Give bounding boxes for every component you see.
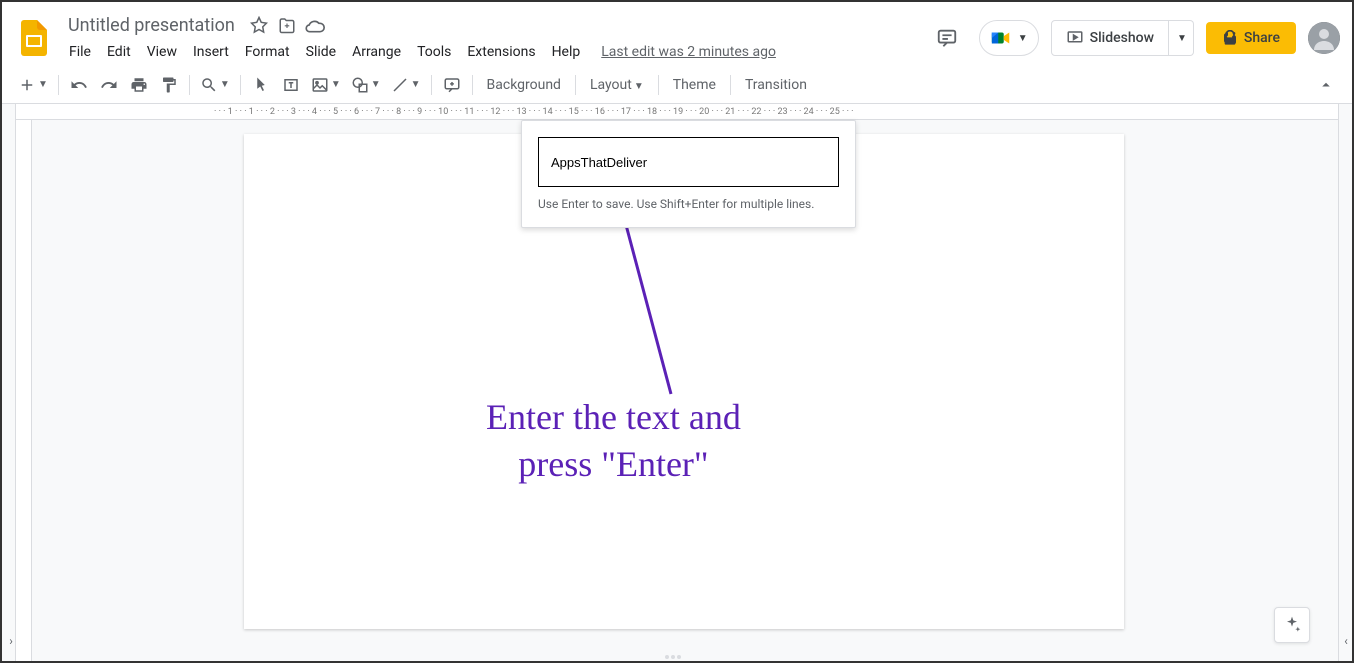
slideshow-button[interactable]: Slideshow: [1051, 20, 1169, 56]
header-bar: Untitled presentation File Edit View Ins…: [2, 2, 1352, 66]
theme-button[interactable]: Theme: [665, 73, 724, 97]
shape-tool[interactable]: ▼: [347, 71, 385, 99]
select-tool[interactable]: [247, 71, 275, 99]
comments-history-icon[interactable]: [927, 18, 967, 58]
workspace: › · · · 1 · · · 1 · · · 2 · · · 3 · · · …: [2, 104, 1352, 661]
menu-edit[interactable]: Edit: [100, 40, 138, 64]
speaker-notes-handle[interactable]: [665, 655, 689, 659]
slideshow-label: Slideshow: [1090, 30, 1154, 46]
vertical-ruler[interactable]: [16, 120, 32, 661]
move-icon[interactable]: [277, 15, 297, 35]
comment-popup: Use Enter to save. Use Shift+Enter for m…: [521, 120, 856, 228]
right-panel-expand-button[interactable]: ‹: [1339, 631, 1353, 651]
canvas-area[interactable]: · · · 1 · · · 1 · · · 2 · · · 3 · · · 4 …: [16, 104, 1338, 661]
cloud-status-icon[interactable]: [305, 15, 325, 35]
transition-button[interactable]: Transition: [737, 73, 815, 97]
menu-arrange[interactable]: Arrange: [345, 40, 408, 64]
line-tool[interactable]: ▼: [387, 71, 425, 99]
filmstrip-panel: ›: [2, 104, 16, 661]
layout-button[interactable]: Layout▼: [582, 73, 652, 97]
slides-logo[interactable]: [14, 18, 54, 58]
header-actions: ▼ Slideshow ▼ Share: [927, 18, 1340, 58]
comment-hint-text: Use Enter to save. Use Shift+Enter for m…: [538, 197, 839, 211]
print-button[interactable]: [125, 71, 153, 99]
slideshow-dropdown[interactable]: ▼: [1169, 20, 1194, 56]
textbox-tool[interactable]: [277, 71, 305, 99]
menu-file[interactable]: File: [62, 40, 98, 64]
menu-slide[interactable]: Slide: [299, 40, 343, 64]
undo-button[interactable]: [65, 71, 93, 99]
meet-button[interactable]: ▼: [979, 20, 1039, 56]
chevron-down-icon: ▼: [1018, 33, 1028, 44]
comment-input[interactable]: [538, 137, 839, 187]
star-icon[interactable]: [249, 15, 269, 35]
right-side-panel: ‹: [1338, 104, 1352, 661]
menu-insert[interactable]: Insert: [186, 40, 236, 64]
title-area: Untitled presentation File Edit View Ins…: [62, 12, 927, 64]
image-tool[interactable]: ▼: [307, 71, 345, 99]
annotation-text: Enter the text andpress "Enter": [486, 394, 741, 488]
chevron-down-icon: ▼: [1177, 33, 1187, 44]
share-label: Share: [1244, 30, 1280, 46]
new-slide-button[interactable]: ▼: [14, 71, 52, 99]
explore-button[interactable]: [1274, 607, 1310, 643]
last-edit-link[interactable]: Last edit was 2 minutes ago: [601, 44, 776, 60]
menubar: File Edit View Insert Format Slide Arran…: [62, 40, 927, 64]
menu-help[interactable]: Help: [545, 40, 588, 64]
document-title[interactable]: Untitled presentation: [62, 13, 241, 38]
menu-format[interactable]: Format: [238, 40, 297, 64]
toolbar: ▼ ▼ ▼ ▼ ▼ Background Layout▼ Theme Trans…: [2, 66, 1352, 104]
menu-extensions[interactable]: Extensions: [460, 40, 542, 64]
horizontal-ruler[interactable]: · · · 1 · · · 1 · · · 2 · · · 3 · · · 4 …: [16, 104, 1338, 120]
background-button[interactable]: Background: [479, 73, 569, 97]
zoom-button[interactable]: ▼: [196, 71, 234, 99]
comment-tool[interactable]: [438, 71, 466, 99]
menu-tools[interactable]: Tools: [410, 40, 458, 64]
collapse-toolbar-button[interactable]: [1312, 71, 1340, 99]
account-avatar[interactable]: [1308, 22, 1340, 54]
redo-button[interactable]: [95, 71, 123, 99]
paint-format-button[interactable]: [155, 71, 183, 99]
share-button[interactable]: Share: [1206, 22, 1296, 54]
menu-view[interactable]: View: [140, 40, 184, 64]
